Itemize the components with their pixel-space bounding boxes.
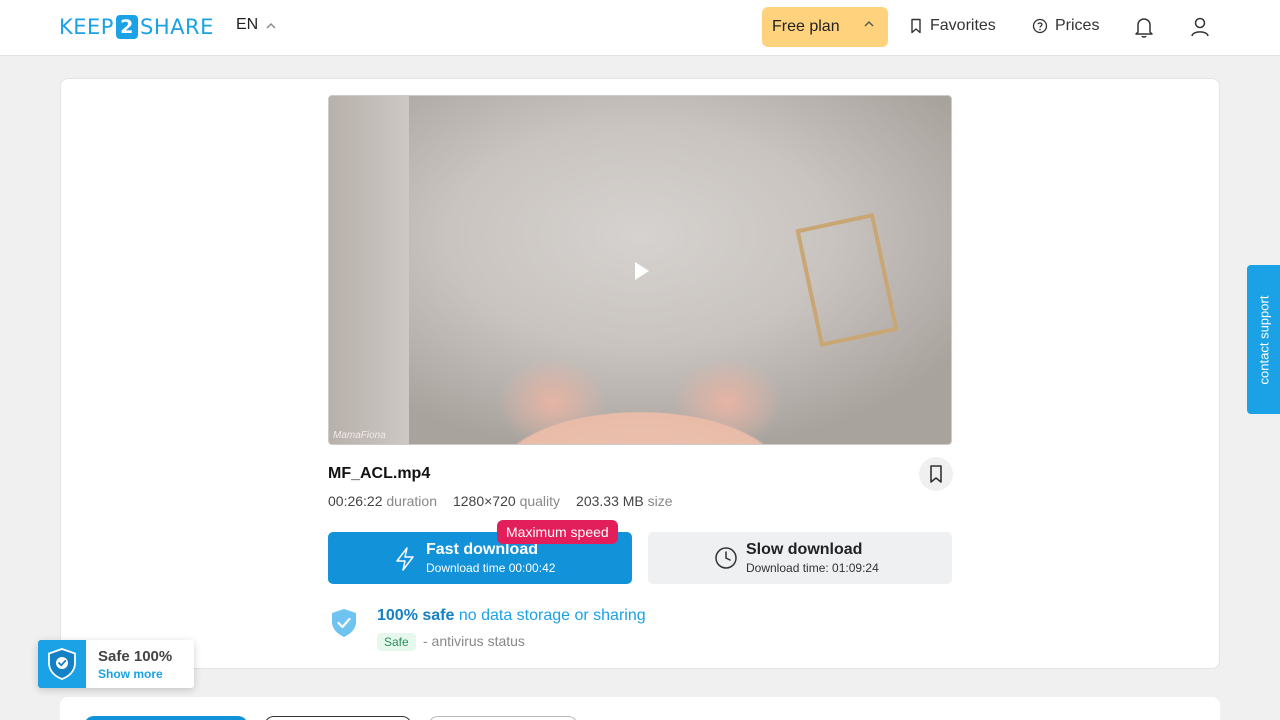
free-plan-button[interactable]: Free plan — [762, 7, 888, 47]
antivirus-safe-badge: Safe — [377, 633, 416, 651]
logo-text-right: SHARE — [139, 15, 214, 39]
video-frame-wall — [329, 96, 409, 444]
chevron-up-icon — [266, 23, 276, 29]
file-name: MF_ACL.mp4 — [328, 465, 431, 482]
logo-text-left: KEEP — [59, 15, 114, 39]
favorites-link[interactable]: Favorites — [909, 17, 996, 35]
quality-value: 1280×720 — [452, 493, 516, 509]
bottom-tab-active[interactable] — [84, 716, 248, 720]
shield-check-icon — [48, 648, 76, 680]
antivirus-status-label: - antivirus status — [423, 633, 525, 649]
quality-label: quality — [519, 493, 561, 509]
slow-download-button[interactable]: Slow download Download time: 01:09:24 — [648, 532, 952, 584]
duration-label: duration — [386, 493, 437, 509]
language-label: EN — [236, 16, 259, 33]
safe-popup-icon-box — [38, 640, 86, 688]
size-value: 203.33 MB — [576, 493, 644, 509]
video-watermark: MamaFiona — [333, 430, 386, 441]
slow-download-title: Slow download — [746, 541, 863, 558]
plan-label: Free plan — [772, 18, 840, 35]
bookmark-icon — [930, 465, 942, 483]
show-more-link[interactable]: Show more — [98, 667, 163, 681]
fast-download-time: Download time 00:00:42 — [426, 561, 556, 575]
safe-popup-title: Safe 100% — [98, 648, 173, 665]
safety-rest: no data storage or sharing — [458, 607, 646, 624]
contact-support-tab[interactable]: contact support — [1247, 265, 1280, 414]
chevron-up-icon — [864, 21, 874, 27]
add-to-favorites-button[interactable] — [919, 457, 953, 491]
file-meta: 00:26:22 duration 1280×720 quality 203.3… — [328, 493, 673, 509]
meta-size: 203.33 MB size — [576, 493, 673, 509]
meta-duration: 00:26:22 duration — [328, 493, 437, 509]
video-preview[interactable]: MamaFiona — [328, 95, 952, 445]
clock-icon — [715, 547, 737, 569]
safety-bold: 100% safe — [377, 607, 455, 624]
shield-check-icon — [332, 609, 356, 637]
language-selector[interactable]: EN — [236, 16, 276, 34]
play-icon[interactable] — [635, 262, 649, 280]
video-frame-mirror — [795, 212, 899, 348]
favorites-label: Favorites — [930, 17, 996, 34]
keep2share-logo[interactable]: KEEP 2 SHARE — [59, 15, 214, 39]
user-icon[interactable] — [1189, 15, 1211, 39]
prices-label: Prices — [1055, 17, 1100, 34]
safety-statement: 100% safe no data storage or sharing — [377, 607, 646, 625]
safe-popup[interactable]: Safe 100% Show more — [38, 640, 194, 688]
contact-support-label: contact support — [1256, 295, 1271, 384]
bookmark-icon — [911, 18, 921, 34]
lightning-icon — [396, 547, 414, 571]
logo-number: 2 — [115, 15, 138, 39]
bell-icon[interactable] — [1133, 15, 1155, 39]
prices-link[interactable]: Prices — [1032, 17, 1099, 35]
bottom-tab[interactable] — [264, 716, 412, 720]
meta-quality: 1280×720 quality — [453, 493, 560, 509]
bottom-tab[interactable] — [428, 716, 578, 720]
slow-download-time: Download time: 01:09:24 — [746, 561, 879, 575]
size-label: size — [647, 493, 673, 509]
top-header: KEEP 2 SHARE EN Free plan Favorites Prices — [0, 0, 1280, 56]
maximum-speed-badge: Maximum speed — [497, 520, 618, 544]
duration-value: 00:26:22 — [328, 493, 383, 509]
help-circle-icon — [1032, 18, 1048, 34]
